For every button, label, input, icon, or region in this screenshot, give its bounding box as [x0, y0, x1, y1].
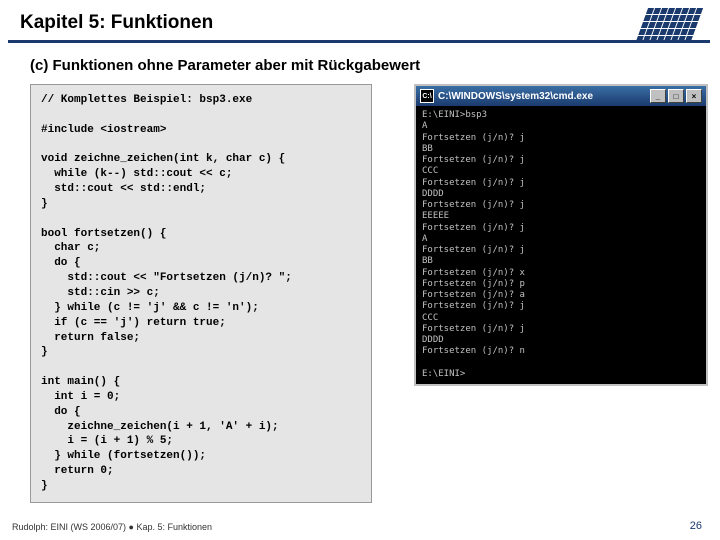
footer-text: Rudolph: EINI (WS 2006/07) ● Kap. 5: Fun… [12, 522, 212, 532]
cmd-output: E:\EINI>bsp3 A Fortsetzen (j/n)? j BB Fo… [416, 106, 706, 384]
cmd-titlebar: C:\ C:\WINDOWS\system32\cmd.exe _ □ × [416, 86, 706, 106]
section-subtitle: (c) Funktionen ohne Parameter aber mit R… [0, 43, 720, 84]
maximize-button[interactable]: □ [668, 89, 684, 103]
logo [642, 8, 702, 46]
code-block: // Komplettes Beispiel: bsp3.exe #includ… [30, 84, 372, 503]
close-button[interactable]: × [686, 89, 702, 103]
cmd-icon: C:\ [420, 89, 434, 103]
command-window: C:\ C:\WINDOWS\system32\cmd.exe _ □ × E:… [414, 84, 708, 386]
minimize-button[interactable]: _ [650, 89, 666, 103]
page-number: 26 [690, 520, 702, 532]
cmd-title-text: C:\WINDOWS\system32\cmd.exe [438, 91, 593, 102]
chapter-title: Kapitel 5: Funktionen [0, 0, 720, 40]
